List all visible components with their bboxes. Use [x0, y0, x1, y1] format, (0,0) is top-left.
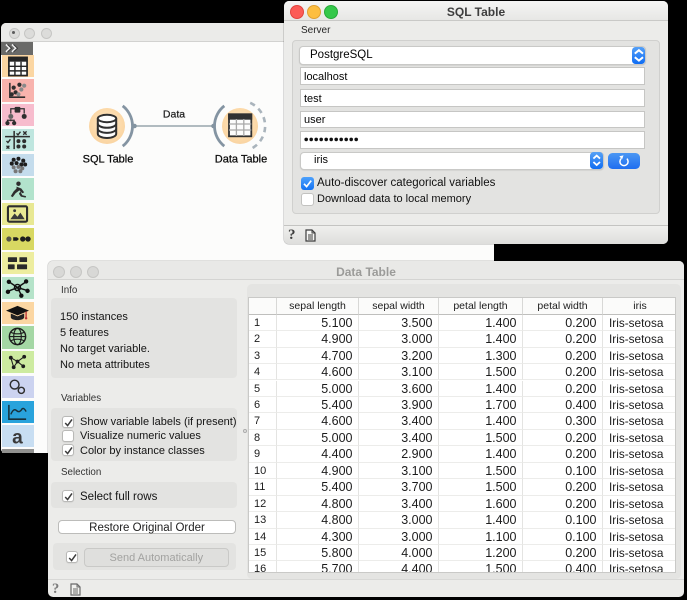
svg-text:Data: Data	[163, 109, 185, 121]
svg-text:Data Table: Data Table	[215, 154, 267, 166]
svg-text:SQL Table: SQL Table	[83, 154, 134, 166]
svg-text:a: a	[12, 428, 23, 447]
